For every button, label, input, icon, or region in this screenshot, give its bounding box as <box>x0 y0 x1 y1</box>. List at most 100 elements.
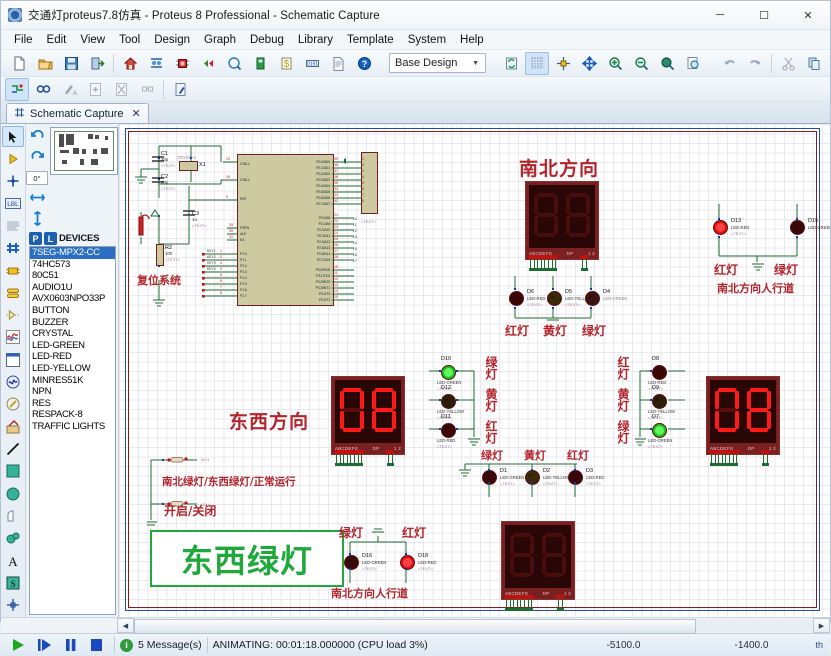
back-nav-icon[interactable] <box>196 52 220 75</box>
menu-view[interactable]: View <box>73 32 112 48</box>
open-folder-icon[interactable] <box>33 52 57 75</box>
device-pins-icon[interactable] <box>2 305 24 326</box>
step-icon[interactable] <box>31 636 57 654</box>
device-item-6[interactable]: BUZZER <box>30 317 115 329</box>
scroll-left-arrow[interactable]: ◀ <box>117 618 134 633</box>
menu-debug[interactable]: Debug <box>243 32 291 48</box>
edit-design-icon[interactable] <box>168 78 192 101</box>
ew-display[interactable]: ABCDEFG DP 1 2 <box>331 376 405 455</box>
device-item-7[interactable]: CRYSTAL <box>30 328 115 340</box>
path-icon[interactable] <box>2 528 24 549</box>
pick-from-libraries-button[interactable]: P <box>29 232 42 245</box>
ns-display[interactable]: ABCDEFG DP 1 2 <box>525 181 599 260</box>
wire-label-icon[interactable]: LBL <box>2 193 24 214</box>
device-item-4[interactable]: AVX0603NPO33P <box>30 293 115 305</box>
menu-library[interactable]: Library <box>291 32 340 48</box>
menu-template[interactable]: Template <box>340 32 401 48</box>
device-item-13[interactable]: RES <box>30 398 115 410</box>
scroll-track[interactable] <box>134 619 813 634</box>
wire-autorouter-icon[interactable] <box>5 77 29 101</box>
subcircuit-icon[interactable] <box>2 260 24 281</box>
save-icon[interactable] <box>59 52 83 75</box>
device-item-15[interactable]: TRAFFIC LIGHTS <box>30 421 115 433</box>
stop-icon[interactable] <box>83 636 109 654</box>
new-file-icon[interactable] <box>7 52 31 75</box>
text-icon[interactable]: A <box>2 550 24 571</box>
maximize-button[interactable]: ☐ <box>742 1 786 29</box>
ic-design-icon[interactable] <box>170 52 194 75</box>
schematic-canvas[interactable]: XTAL1 XTAL2 RST PSEN ALE EA P1.0 P1.1 P1… <box>119 124 830 617</box>
device-item-0[interactable]: 7SEG-MPX2-CC <box>30 247 115 259</box>
device-item-3[interactable]: AUDIO1U <box>30 282 115 294</box>
message-count[interactable]: 5 Message(s) <box>138 639 202 651</box>
zoom-in-icon[interactable] <box>603 52 627 75</box>
device-item-12[interactable]: NPN <box>30 386 115 398</box>
design-selector[interactable]: Base Design ▼ <box>389 53 486 73</box>
device-item-10[interactable]: LED-YELLOW <box>30 363 115 375</box>
text-script-icon[interactable] <box>2 215 24 236</box>
rotate-ccw-icon[interactable] <box>28 149 47 168</box>
right-display[interactable]: ABCDEFG DP 1 2 <box>706 376 780 455</box>
report-icon[interactable] <box>326 52 350 75</box>
device-item-2[interactable]: 80C51 <box>30 270 115 282</box>
remove-sheet-icon[interactable] <box>109 78 133 101</box>
currency-icon[interactable]: $ <box>274 52 298 75</box>
current-probe-icon[interactable] <box>2 416 24 437</box>
pause-icon[interactable] <box>57 636 83 654</box>
line-icon[interactable] <box>2 438 24 459</box>
menu-edit[interactable]: Edit <box>40 32 74 48</box>
horizontal-scrollbar[interactable]: ◀ ▶ <box>1 617 830 634</box>
rotate-cw-icon[interactable] <box>28 128 47 147</box>
graph-mode-icon[interactable] <box>2 327 24 348</box>
buses-icon[interactable] <box>2 238 24 259</box>
pcb-layout-icon[interactable] <box>144 52 168 75</box>
scroll-right-arrow[interactable]: ▶ <box>813 618 830 633</box>
home-icon[interactable] <box>118 52 142 75</box>
bill-of-materials-icon[interactable] <box>248 52 272 75</box>
origin-icon[interactable] <box>551 52 575 75</box>
device-item-9[interactable]: LED-RED <box>30 351 115 363</box>
redo-icon[interactable] <box>743 52 767 75</box>
tab-close-icon[interactable]: ✕ <box>132 107 141 120</box>
device-item-14[interactable]: RESPACK-8 <box>30 409 115 421</box>
mirror-vertical-icon[interactable] <box>28 209 47 228</box>
export-icon[interactable] <box>85 52 109 75</box>
oled-icon[interactable]: 0191 <box>300 52 324 75</box>
box-icon[interactable] <box>2 461 24 482</box>
tape-recorder-icon[interactable] <box>2 349 24 370</box>
circle-icon[interactable] <box>2 483 24 504</box>
menu-system[interactable]: System <box>401 32 453 48</box>
menu-file[interactable]: File <box>7 32 40 48</box>
pan-icon[interactable] <box>577 52 601 75</box>
tab-schematic-capture[interactable]: Schematic Capture ✕ <box>6 103 149 123</box>
property-assignment-icon[interactable]: A <box>57 78 81 101</box>
device-item-8[interactable]: LED-GREEN <box>30 340 115 352</box>
generator-icon[interactable] <box>2 371 24 392</box>
device-item-5[interactable]: BUTTON <box>30 305 115 317</box>
zoom-sheet-icon[interactable] <box>681 52 705 75</box>
bottom-display[interactable]: ABCDEFG DP 1 2 <box>501 521 575 600</box>
library-manager-button[interactable]: L <box>44 232 57 245</box>
undo-icon[interactable] <box>717 52 741 75</box>
menu-help[interactable]: Help <box>453 32 491 48</box>
device-item-11[interactable]: MINRES51K <box>30 375 115 387</box>
arc-icon[interactable] <box>2 505 24 526</box>
minimize-button[interactable]: ─ <box>698 1 742 29</box>
marker-icon[interactable] <box>2 595 24 616</box>
zoom-sheet2-icon[interactable] <box>135 78 159 101</box>
menu-tool[interactable]: Tool <box>112 32 147 48</box>
zoom-area-icon[interactable] <box>655 52 679 75</box>
3d-view-icon[interactable] <box>222 52 246 75</box>
junction-dot-icon[interactable] <box>2 171 24 192</box>
device-item-1[interactable]: 74HC573 <box>30 259 115 271</box>
cut-icon[interactable] <box>776 52 800 75</box>
selection-mode-icon[interactable] <box>2 126 24 148</box>
menu-design[interactable]: Design <box>147 32 197 48</box>
mirror-horizontal-icon[interactable] <box>28 188 47 207</box>
refresh-icon[interactable] <box>499 52 523 75</box>
symbol-icon[interactable]: S <box>2 572 24 593</box>
zoom-out-icon[interactable] <box>629 52 653 75</box>
terminals-icon[interactable] <box>2 282 24 303</box>
rotation-angle-field[interactable]: 0° <box>26 171 48 185</box>
play-icon[interactable] <box>5 636 31 654</box>
